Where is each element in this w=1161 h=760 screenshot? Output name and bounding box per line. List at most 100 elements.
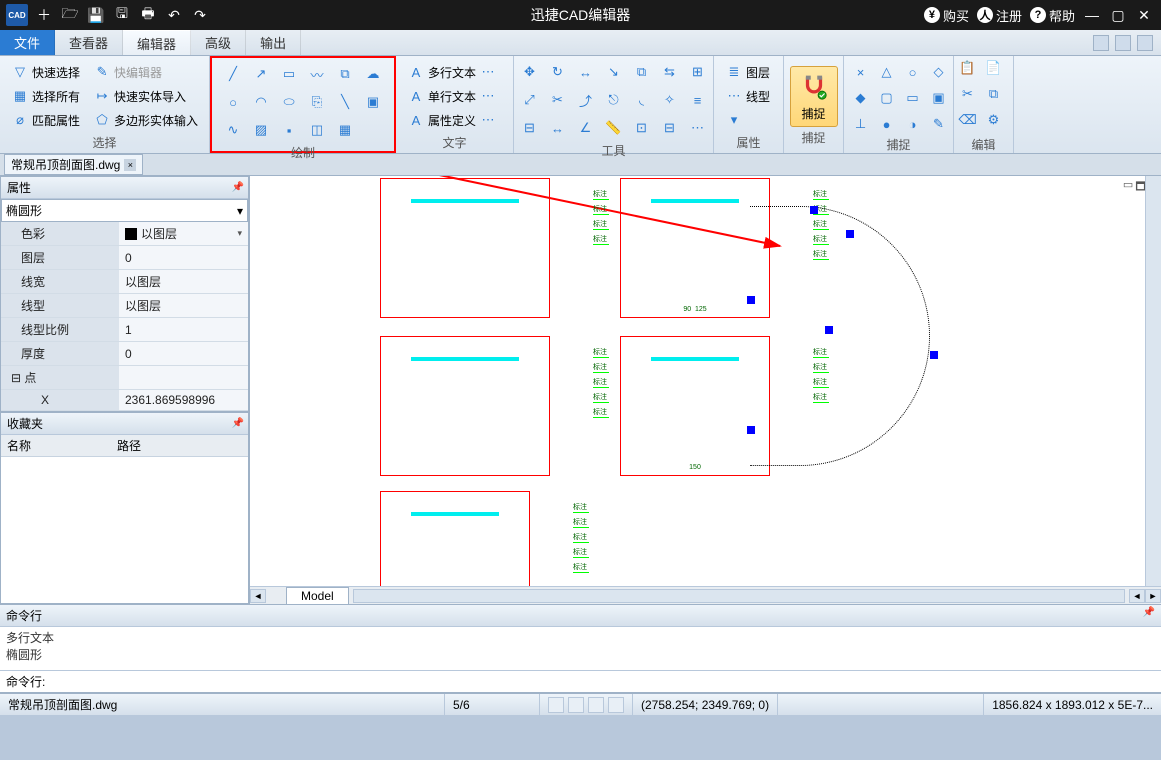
file-tab[interactable]: 文件 (0, 30, 55, 55)
favorites-body[interactable] (1, 457, 248, 603)
new-icon[interactable]: ＋ (34, 5, 54, 25)
props-icon[interactable]: ⚙ (986, 112, 1002, 128)
print-icon[interactable]: 🖶 (138, 5, 158, 25)
tab-viewer[interactable]: 查看器 (55, 30, 123, 55)
scroll-left-icon[interactable]: ◄ (1129, 589, 1145, 603)
snap-ext-icon[interactable]: ▭ (901, 86, 925, 110)
measure-icon[interactable]: 📏 (602, 116, 626, 140)
prop-layer-value[interactable]: 0 (119, 246, 248, 269)
group-icon[interactable]: ⊡ (630, 116, 654, 140)
arc-icon[interactable]: ◠ (249, 90, 273, 114)
redo-icon[interactable]: ↷ (190, 5, 210, 25)
snap-near-icon[interactable]: ◑ (901, 112, 925, 136)
spline-icon[interactable]: ∿ (221, 118, 245, 142)
mtext[interactable]: A多行文本⋯ (404, 62, 505, 83)
grid-toggle-icon[interactable] (568, 697, 584, 713)
pin-icon[interactable]: 📌 (232, 418, 244, 429)
tab-output[interactable]: 输出 (246, 30, 301, 55)
array-icon[interactable]: ⊞ (686, 60, 710, 84)
block-icon[interactable]: ⧉ (333, 62, 357, 86)
stretch-icon[interactable]: ↔ (546, 116, 570, 140)
align-icon[interactable]: ⊟ (518, 116, 542, 140)
dim-icon[interactable]: ↔ (574, 60, 598, 84)
insert-icon[interactable]: ⎘ (305, 90, 329, 114)
command-input[interactable] (49, 673, 1155, 690)
grip[interactable] (747, 426, 755, 434)
cut-icon[interactable]: ✂ (960, 86, 976, 102)
style-icon[interactable] (1093, 35, 1109, 51)
command-history[interactable]: 多行文本 椭圆形 (0, 627, 1161, 671)
snap-tan-icon[interactable]: ● (875, 112, 899, 136)
select-all[interactable]: ▦选择所有 (8, 86, 84, 107)
explode-icon[interactable]: ✧ (658, 88, 682, 112)
vertical-scrollbar[interactable] (1145, 176, 1161, 586)
hatch-icon[interactable]: ▨ (249, 118, 273, 142)
quick-select[interactable]: ▽快速选择 (8, 62, 84, 83)
snap-qua-icon[interactable]: ◆ (849, 86, 873, 110)
region-icon[interactable]: ◫ (305, 118, 329, 142)
extend-icon[interactable]: ⤴ (574, 88, 598, 112)
line-icon[interactable]: ╱ (221, 62, 245, 86)
fav-col-path[interactable]: 路径 (111, 435, 147, 456)
prop-point-key[interactable]: ⊟ 点 (1, 366, 119, 389)
layers[interactable]: ≣图层 (722, 62, 775, 83)
polygon-input[interactable]: ⬠多边形实体输入 (90, 110, 202, 131)
ellipse-arc[interactable] (750, 206, 930, 466)
snap-mid-icon[interactable]: △ (875, 60, 899, 84)
stext[interactable]: A单行文本⋯ (404, 86, 505, 107)
entity-type-combo[interactable]: 椭圆形▾ (1, 199, 248, 222)
construction-icon[interactable]: ╲ (333, 90, 357, 114)
snap-button[interactable]: 捕捉 (790, 66, 838, 127)
options-icon[interactable] (1115, 35, 1131, 51)
prop-x-value[interactable]: 2361.869598996 (119, 390, 248, 410)
quick-editor[interactable]: ✎快编辑器 (90, 62, 166, 83)
attdef-opt-icon[interactable]: ⋯ (480, 112, 496, 128)
image-icon[interactable]: ▣ (361, 90, 385, 114)
minimize-button[interactable]: — (1083, 6, 1101, 24)
grip[interactable] (846, 230, 854, 238)
grip[interactable] (747, 296, 755, 304)
model-tab[interactable]: Model (286, 587, 349, 605)
undo-icon[interactable]: ↶ (164, 5, 184, 25)
offset-icon[interactable]: ≡ (686, 88, 710, 112)
drawing-canvas[interactable]: ▭ 🗖 ✕ 标注标注标注标注 标注标注标注标注标注90 125 标注标注标注标注… (250, 176, 1161, 586)
mtext-opt-icon[interactable]: ⋯ (480, 64, 496, 80)
prop-lts-value[interactable]: 1 (119, 318, 248, 341)
pin-icon[interactable]: 📌 (232, 182, 244, 193)
attdef[interactable]: A属性定义⋯ (404, 110, 505, 131)
polyline-icon[interactable]: 〰 (305, 62, 329, 86)
scroll-right-icon[interactable]: ► (1145, 589, 1161, 603)
point-icon[interactable]: ▪ (277, 118, 301, 142)
props-more[interactable]: ▾ (722, 110, 775, 130)
snap-ins-icon[interactable]: ▣ (927, 86, 951, 110)
paste-icon[interactable]: 📄 (986, 60, 1002, 76)
snap-node-icon[interactable]: ◇ (927, 60, 951, 84)
move-icon[interactable]: ✥ (518, 60, 542, 84)
saveall-icon[interactable]: 🖫 (112, 5, 132, 25)
break-icon[interactable]: ⎋ (602, 88, 626, 112)
tab-prev-icon[interactable]: ◄ (250, 589, 266, 603)
prop-lt-value[interactable]: 以图层 (119, 294, 248, 317)
prop-lw-value[interactable]: 以图层 (119, 270, 248, 293)
close-button[interactable]: ✕ (1135, 6, 1153, 24)
snap-per-icon[interactable]: ⊥ (849, 112, 873, 136)
circle-icon[interactable]: ○ (221, 90, 245, 114)
prop-thk-value[interactable]: 0 (119, 342, 248, 365)
quick-import[interactable]: ↦快速实体导入 (90, 86, 190, 107)
ellipse-icon[interactable]: ⬭ (277, 90, 301, 114)
properties-header[interactable]: 属性📌 (1, 177, 248, 199)
grip[interactable] (825, 326, 833, 334)
save-icon[interactable]: 💾 (86, 5, 106, 25)
rect-icon[interactable]: ▭ (277, 62, 301, 86)
table-icon[interactable]: ▦ (333, 118, 357, 142)
buy-button[interactable]: ¥购买 (924, 6, 969, 25)
tab-editor[interactable]: 编辑器 (123, 30, 191, 55)
snap-int-icon[interactable]: ▢ (875, 86, 899, 110)
stext-opt-icon[interactable]: ⋯ (480, 88, 496, 104)
prop-color-value[interactable]: 以图层▾ (119, 222, 248, 245)
fillet-icon[interactable]: ◟ (630, 88, 654, 112)
document-tab[interactable]: 常规吊顶剖面图.dwg × (4, 154, 143, 175)
linetypes[interactable]: ⋯线型 (722, 86, 775, 107)
pin-icon[interactable]: 📌 (1143, 607, 1155, 618)
match-props[interactable]: ⌀匹配属性 (8, 110, 84, 131)
